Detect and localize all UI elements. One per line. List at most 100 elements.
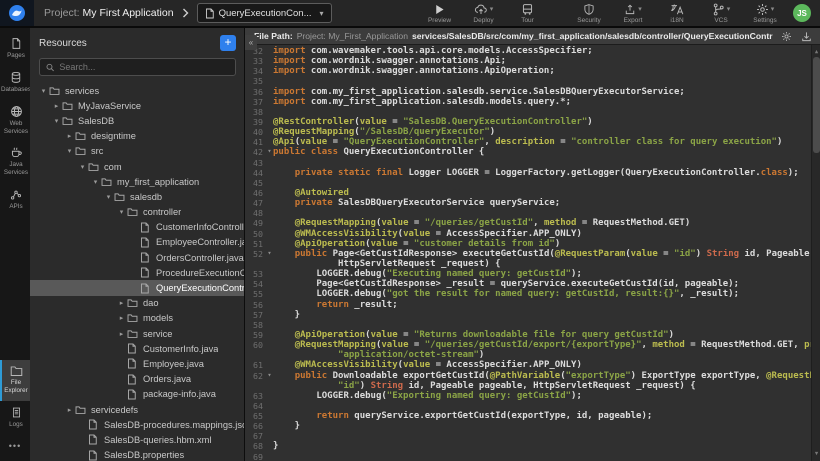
resource-search: [39, 58, 236, 76]
tree-arrow-icon[interactable]: ▾: [116, 208, 127, 216]
topbar-action-tour[interactable]: Tour: [510, 2, 546, 24]
file-icon: [140, 252, 152, 264]
file-path-bar: File Path: Project: My_First_Application…: [245, 28, 820, 45]
tree-arrow-icon[interactable]: ▾: [38, 87, 49, 95]
resources-panel: Resources + « ▾services▸MyJavaService▾Sa…: [30, 28, 245, 461]
tree-item-my-first-application[interactable]: ▾my_first_application: [30, 174, 244, 189]
code-line: 34import com.wordnik.swagger.annotations…: [245, 66, 820, 76]
tree-item-service[interactable]: ▸service: [30, 326, 244, 341]
tree-item-salesdb-procedures-mappings-json[interactable]: SalesDB-procedures.mappings.json: [30, 417, 244, 432]
collapse-panel-button[interactable]: «: [245, 35, 257, 50]
code-text: }: [273, 421, 300, 431]
fold-gutter: [266, 431, 273, 441]
add-resource-button[interactable]: +: [220, 35, 236, 51]
tree-item-src[interactable]: ▾src: [30, 144, 244, 159]
tree-item-employee-java[interactable]: Employee.java: [30, 356, 244, 371]
tree-item-customerinfocontroller-java[interactable]: CustomerInfoController.java: [30, 220, 244, 235]
fold-gutter: [266, 421, 273, 431]
file-icon: [127, 388, 139, 400]
tree-arrow-icon[interactable]: ▸: [116, 314, 127, 322]
code-editor[interactable]: 32import com.wavemaker.tools.api.core.mo…: [245, 45, 820, 461]
folder-icon: [75, 145, 87, 157]
tree-item-queryexecutioncontroller-java[interactable]: QueryExecutionController.java: [30, 280, 244, 295]
tree-item-services[interactable]: ▾services: [30, 83, 244, 98]
tree-item-label: SalesDB-procedures.mappings.json: [104, 420, 244, 430]
tree-item-salesdb-queries-hbm-xml[interactable]: SalesDB-queries.hbm.xml: [30, 432, 244, 447]
rail-spacer: [0, 217, 30, 360]
code-line: 52▾ public Page<GetCustIdResponse> execu…: [245, 249, 820, 259]
open-file-dropdown[interactable]: QueryExecutionCon... ▾: [197, 3, 332, 23]
topbar-action-security[interactable]: Security: [571, 2, 607, 24]
tree-item-package-info-java[interactable]: package-info.java: [30, 387, 244, 402]
scrollbar-thumb[interactable]: [813, 57, 820, 153]
tree-item-salesdb[interactable]: ▾salesdb: [30, 189, 244, 204]
tree-item-salesdb-properties[interactable]: SalesDB.properties: [30, 448, 244, 461]
tree-item-models[interactable]: ▸ models: [30, 311, 244, 326]
scroll-up-arrow-icon[interactable]: ▲: [812, 47, 820, 57]
fold-marker[interactable]: ▾: [266, 147, 273, 157]
tree-arrow-icon[interactable]: ▾: [90, 178, 101, 186]
fold-marker[interactable]: ▾: [266, 249, 273, 259]
tree-item-myjavaservice[interactable]: ▸MyJavaService: [30, 98, 244, 113]
tree-arrow-icon[interactable]: ▸: [64, 406, 75, 414]
user-avatar[interactable]: JS: [793, 4, 811, 22]
tree-item-dao[interactable]: ▸dao: [30, 296, 244, 311]
sidebar-item-java-services[interactable]: Java Services: [0, 141, 30, 183]
line-number: 44: [245, 168, 266, 178]
sidebar-item-pages[interactable]: Pages: [0, 32, 30, 66]
tree-item-salesdb[interactable]: ▾ SalesDB: [30, 113, 244, 128]
tree-item-servicedefs[interactable]: ▸servicedefs: [30, 402, 244, 417]
tree-item-label: designtime: [91, 131, 136, 141]
fold-marker[interactable]: ▾: [266, 371, 273, 381]
editor-settings-button[interactable]: [781, 31, 792, 42]
tree-arrow-icon[interactable]: ▾: [77, 163, 88, 171]
search-input[interactable]: [59, 62, 229, 72]
tree-item-orderscontroller-java[interactable]: OrdersController.java: [30, 250, 244, 265]
code-text: import com.my_first_application.salesdb.…: [273, 87, 685, 97]
tree-item-employeecontroller-java[interactable]: EmployeeController.java: [30, 235, 244, 250]
scroll-down-arrow-icon[interactable]: ▼: [812, 449, 820, 459]
tree-item-label: models: [143, 313, 173, 323]
tree-item-label: SalesDB: [78, 116, 114, 126]
chevron-down-icon: ▾: [771, 5, 775, 13]
code-text: @Autowired: [273, 188, 349, 198]
tree-arrow-icon[interactable]: ▾: [103, 193, 114, 201]
tree-arrow-icon[interactable]: ▸: [116, 330, 127, 338]
tree-arrow-icon[interactable]: ▸: [116, 299, 127, 307]
topbar-action-settings[interactable]: ▾ Settings: [747, 2, 783, 24]
sidebar-item-databases[interactable]: Databases: [0, 66, 30, 100]
more-menu-button[interactable]: •••: [0, 435, 30, 461]
code-text: import com.wordnik.swagger.annotations.A…: [273, 66, 555, 76]
tree-item-controller[interactable]: ▾controller: [30, 205, 244, 220]
app-logo[interactable]: [0, 0, 34, 26]
topbar-action-export[interactable]: ▾Export: [615, 2, 651, 24]
tree-arrow-icon[interactable]: ▸: [51, 102, 62, 110]
topbar-action-label: Settings: [753, 17, 777, 24]
tree-arrow-icon[interactable]: ▸: [64, 132, 75, 140]
sidebar-item-file-explorer[interactable]: File Explorer: [0, 360, 30, 401]
tree-item-customerinfo-java[interactable]: CustomerInfo.java: [30, 341, 244, 356]
line-number: 56: [245, 300, 266, 310]
branch-icon: ▾: [712, 2, 731, 16]
tree-item-com[interactable]: ▾com: [30, 159, 244, 174]
tree-item-procedureexecutioncontroller-java[interactable]: ProcedureExecutionController.java: [30, 265, 244, 280]
topbar-action-vcs[interactable]: ▾VCS: [703, 2, 739, 24]
code-line: 33import com.wordnik.swagger.annotations…: [245, 56, 820, 66]
download-file-button[interactable]: [801, 31, 812, 42]
file-path-label: File Path:: [254, 31, 293, 41]
tree-arrow-icon[interactable]: ▾: [51, 117, 62, 125]
sidebar-item-apis[interactable]: APIs: [0, 183, 30, 217]
line-number: 41: [245, 137, 266, 147]
sidebar-item-web-services[interactable]: Web Services: [0, 100, 30, 142]
sidebar-item-logs[interactable]: Logs: [0, 401, 30, 435]
tree-arrow-icon[interactable]: ▾: [64, 147, 75, 155]
line-number: 33: [245, 56, 266, 66]
topbar-action-i18n[interactable]: i18N: [659, 2, 695, 24]
code-line: 39@RestController(value = "SalesDB.Query…: [245, 117, 820, 127]
topbar-action-deploy[interactable]: ▾Deploy: [466, 2, 502, 24]
tree-item-orders-java[interactable]: Orders.java: [30, 372, 244, 387]
editor-scrollbar[interactable]: ▲▼: [811, 45, 820, 461]
tree-item-designtime[interactable]: ▸ designtime: [30, 129, 244, 144]
topbar-action-preview[interactable]: Preview: [422, 2, 458, 24]
code-line: 65 return queryService.exportGetCustId(e…: [245, 411, 820, 421]
